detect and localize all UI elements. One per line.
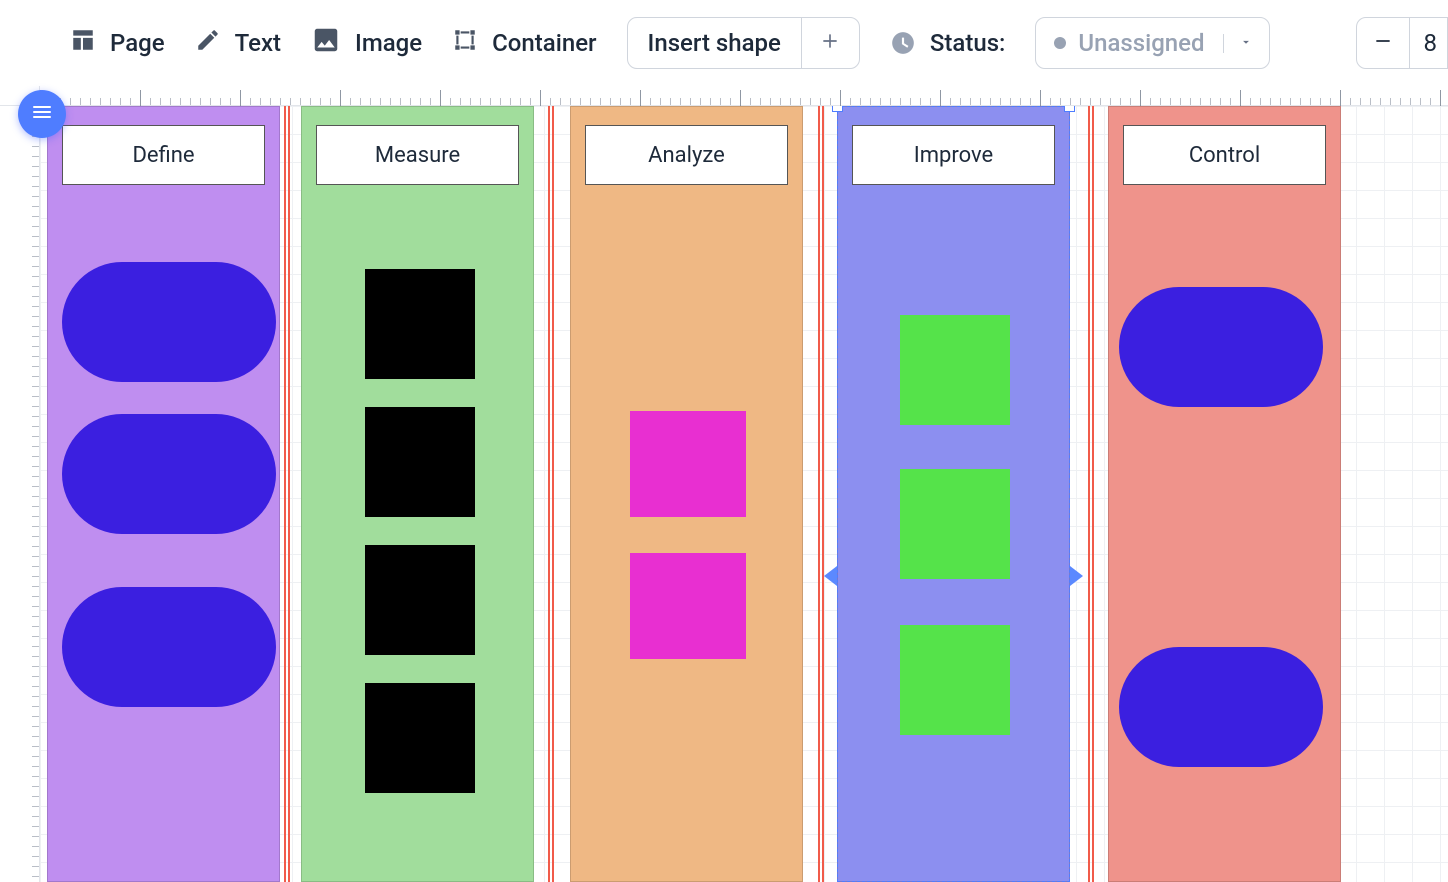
status-dot-icon bbox=[1054, 37, 1066, 49]
column-measure[interactable]: Measure bbox=[301, 106, 534, 882]
process-shape[interactable] bbox=[630, 553, 746, 659]
vertical-guide[interactable] bbox=[1088, 106, 1094, 882]
terminator-shape[interactable] bbox=[62, 262, 276, 382]
edit-icon bbox=[195, 27, 221, 59]
terminator-shape[interactable] bbox=[1119, 647, 1323, 767]
ruler-horizontal[interactable] bbox=[40, 86, 1448, 106]
column-improve[interactable]: Improve bbox=[837, 106, 1070, 882]
vertical-guide[interactable] bbox=[284, 106, 290, 882]
page-icon bbox=[70, 27, 96, 59]
image-button[interactable]: Image bbox=[311, 25, 422, 61]
column-control[interactable]: Control bbox=[1108, 106, 1341, 882]
status-value: Unassigned bbox=[1078, 29, 1204, 57]
column-header-improve[interactable]: Improve bbox=[852, 125, 1055, 185]
process-shape[interactable] bbox=[630, 411, 746, 517]
process-shape[interactable] bbox=[365, 407, 475, 517]
page-label: Page bbox=[110, 29, 165, 57]
page-button[interactable]: Page bbox=[70, 27, 165, 59]
insert-shape-button[interactable]: Insert shape bbox=[628, 18, 801, 68]
status-label: Status: bbox=[930, 29, 1005, 57]
clock-icon bbox=[890, 30, 916, 56]
column-define[interactable]: Define bbox=[47, 106, 280, 882]
process-shape[interactable] bbox=[900, 315, 1010, 425]
terminator-shape[interactable] bbox=[62, 414, 276, 534]
vertical-guide[interactable] bbox=[818, 106, 824, 882]
zoom-out-button[interactable] bbox=[1357, 18, 1409, 68]
canvas[interactable]: Define Measure Analyze Improve Control bbox=[40, 106, 1448, 882]
process-shape[interactable] bbox=[900, 625, 1010, 735]
column-header-define[interactable]: Define bbox=[62, 125, 265, 185]
terminator-shape[interactable] bbox=[62, 587, 276, 707]
terminator-shape[interactable] bbox=[1119, 287, 1323, 407]
menu-button[interactable] bbox=[18, 90, 66, 138]
column-header-measure[interactable]: Measure bbox=[316, 125, 519, 185]
process-shape[interactable] bbox=[365, 269, 475, 379]
status-dropdown[interactable]: Unassigned bbox=[1035, 17, 1269, 69]
image-icon bbox=[311, 25, 341, 61]
insert-shape-group: Insert shape bbox=[627, 17, 860, 69]
zoom-group: 8 bbox=[1356, 17, 1448, 69]
text-label: Text bbox=[235, 29, 281, 57]
text-button[interactable]: Text bbox=[195, 27, 281, 59]
container-label: Container bbox=[492, 29, 596, 57]
selection-arrow-left[interactable] bbox=[824, 566, 837, 586]
status-dropdown-main: Unassigned bbox=[1036, 29, 1222, 57]
caret-down-icon bbox=[1239, 34, 1253, 53]
ruler-vertical[interactable] bbox=[0, 86, 40, 882]
container-button[interactable]: Container bbox=[452, 27, 596, 59]
selection-handle[interactable] bbox=[1064, 106, 1075, 112]
plus-icon bbox=[820, 31, 840, 55]
hamburger-icon bbox=[30, 100, 54, 128]
process-shape[interactable] bbox=[365, 683, 475, 793]
container-icon bbox=[452, 27, 478, 59]
insert-shape-plus-button[interactable] bbox=[801, 18, 859, 68]
column-header-analyze[interactable]: Analyze bbox=[585, 125, 788, 185]
status-dropdown-caret bbox=[1223, 34, 1269, 53]
process-shape[interactable] bbox=[900, 469, 1010, 579]
toolbar: Page Text Image Container Insert shape S… bbox=[0, 0, 1448, 86]
image-label: Image bbox=[355, 29, 422, 57]
status-block: Status: bbox=[890, 29, 1005, 57]
selection-handle[interactable] bbox=[832, 106, 843, 112]
process-shape[interactable] bbox=[365, 545, 475, 655]
selection-arrow-right[interactable] bbox=[1070, 566, 1083, 586]
vertical-guide[interactable] bbox=[548, 106, 554, 882]
minus-icon bbox=[1373, 31, 1393, 55]
zoom-value[interactable]: 8 bbox=[1409, 18, 1448, 68]
column-analyze[interactable]: Analyze bbox=[570, 106, 803, 882]
column-header-control[interactable]: Control bbox=[1123, 125, 1326, 185]
